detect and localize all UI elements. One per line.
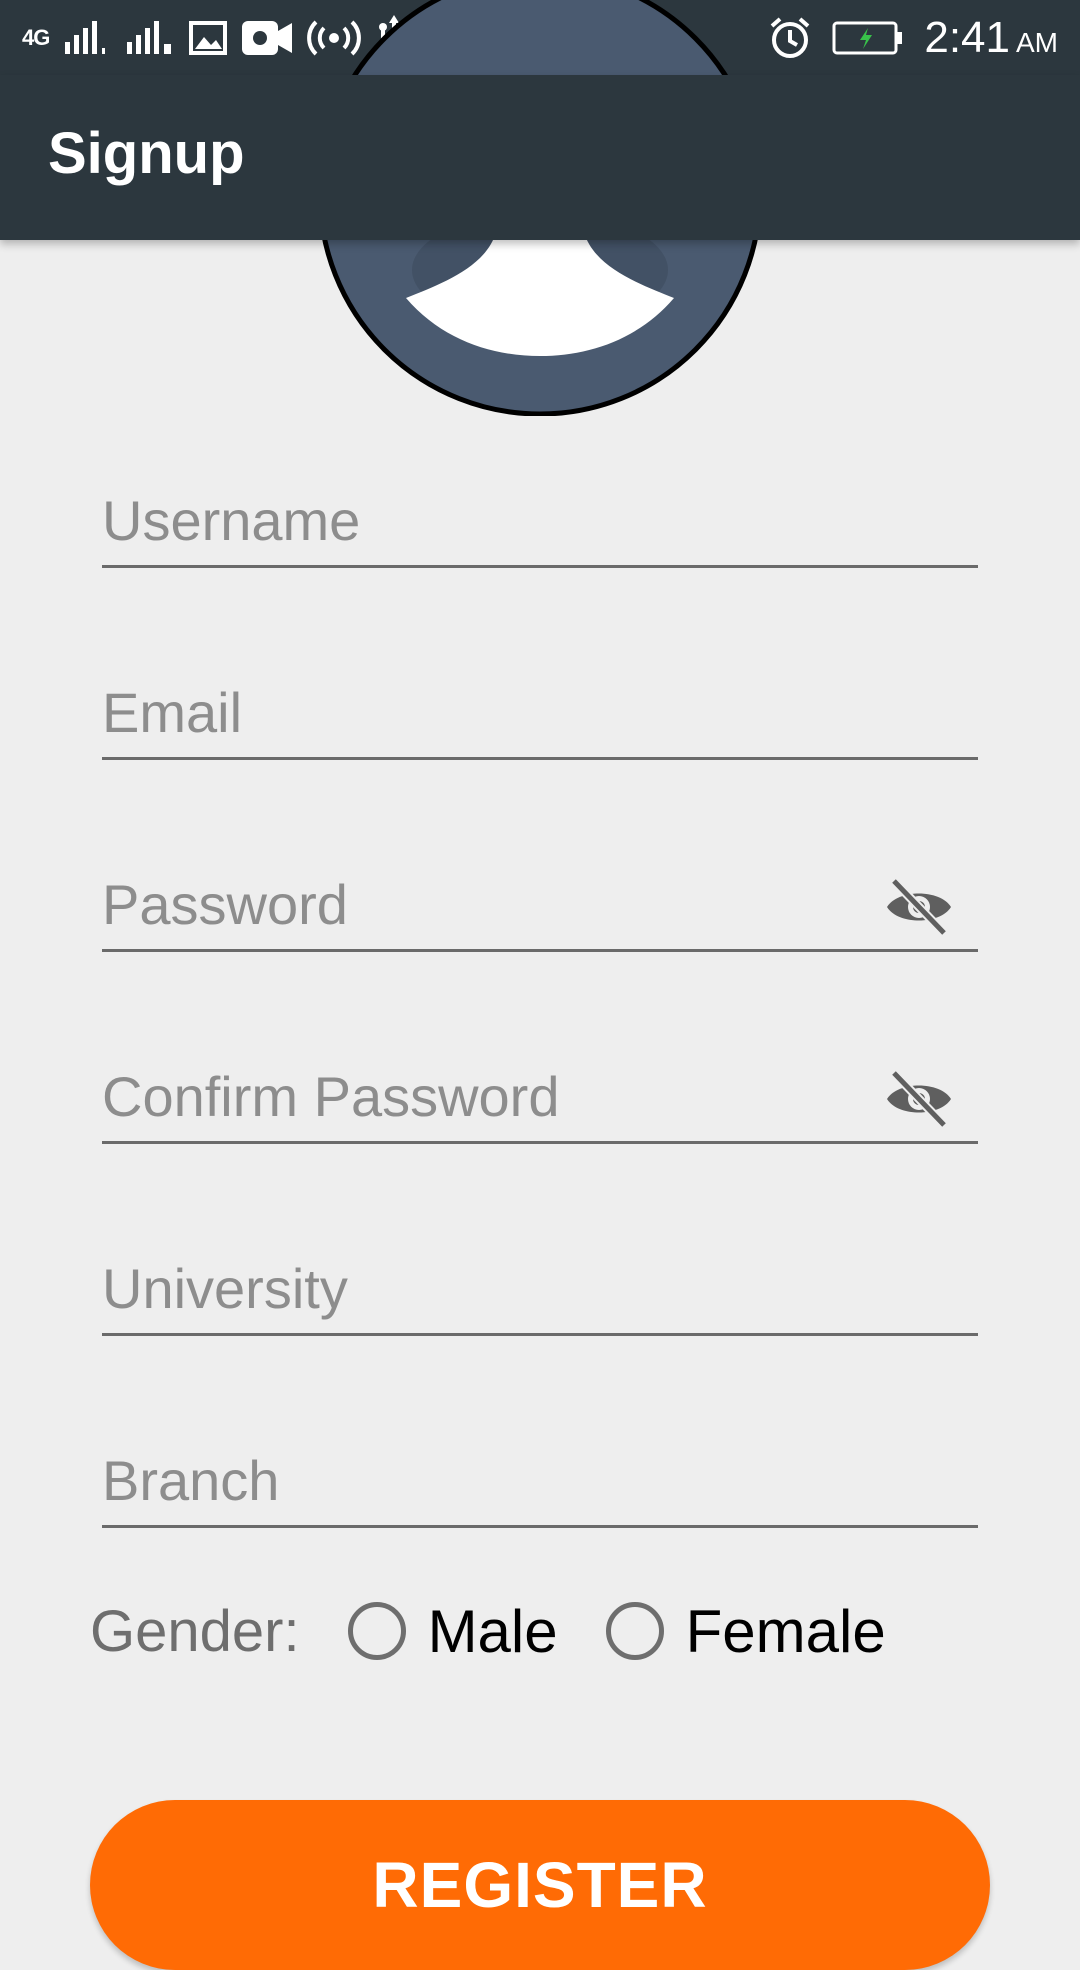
gender-female-radio[interactable]: Female: [605, 1597, 886, 1666]
username-placeholder: Username: [102, 489, 361, 552]
password-placeholder: Password: [102, 873, 348, 936]
radio-button-icon[interactable]: [347, 1602, 406, 1660]
register-button[interactable]: REGISTER: [90, 1800, 990, 1970]
email-field[interactable]: Email: [102, 670, 978, 760]
password-field[interactable]: Password: [102, 862, 978, 952]
email-placeholder: Email: [102, 681, 243, 744]
gender-female-label: Female: [685, 1597, 886, 1665]
video-record-icon: [241, 19, 293, 57]
university-placeholder: University: [102, 1257, 348, 1320]
clock-ampm: AM: [1016, 27, 1058, 58]
signal-2-icon: [125, 20, 175, 56]
confirm-password-placeholder: Confirm Password: [102, 1065, 560, 1128]
page-title: Signup: [48, 121, 245, 186]
password-visibility-toggle-icon[interactable]: [884, 877, 954, 937]
username-field[interactable]: Username: [102, 478, 978, 568]
network-type-label: 4G: [22, 25, 50, 50]
app-bar: Signup: [0, 75, 1080, 240]
confirm-password-visibility-toggle-icon[interactable]: [884, 1069, 954, 1129]
gender-male-radio[interactable]: Male: [347, 1597, 558, 1666]
university-field[interactable]: University: [102, 1246, 978, 1336]
gender-group: Gender: Male Female: [90, 1596, 990, 1666]
gallery-icon: [189, 21, 228, 55]
confirm-password-field[interactable]: Confirm Password: [102, 1054, 978, 1144]
clock: 2:41 AM: [924, 16, 1058, 60]
branch-placeholder: Branch: [102, 1449, 280, 1512]
gender-label: Gender:: [90, 1598, 300, 1664]
battery-charging-icon: [832, 20, 904, 56]
branch-field[interactable]: Branch: [102, 1438, 978, 1528]
status-icons-right: 2:41 AM: [768, 10, 1058, 66]
signal-1-icon: [63, 20, 111, 56]
radio-button-icon[interactable]: [605, 1602, 664, 1660]
alarm-icon: [768, 16, 812, 60]
network-type-icon: 4G: [22, 25, 50, 50]
gender-male-label: Male: [427, 1597, 558, 1665]
clock-time: 2:41: [924, 13, 1010, 62]
